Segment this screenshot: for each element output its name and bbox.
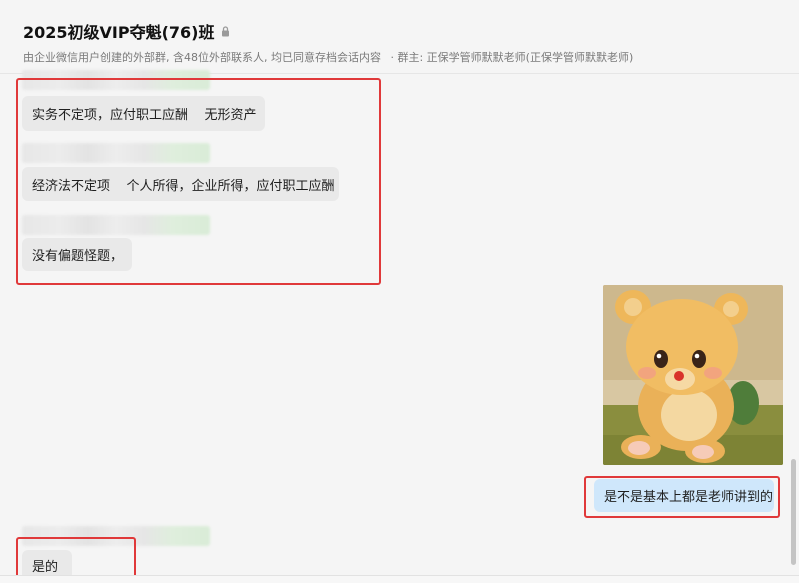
chat-header: 2025初级VIP夺魁(76)班 由企业微信用户创建的外部群, 含48位外部联系… [0,0,799,74]
message-list[interactable]: 实务不定项，应付职工应酬 无形资产 经济法不定项 个人所得，企业所得，应付职工应… [0,70,799,582]
scrollbar[interactable] [791,459,796,565]
message-bubble[interactable]: 没有偏题怪题， [22,238,132,271]
message-bubble[interactable]: 实务不定项，应付职工应酬 无形资产 [22,96,265,131]
sender-name-blurred [22,70,210,90]
group-owner: · 群主: 正保学管师默默老师(正保学管师默默老师) [390,51,634,64]
message-text: 实务不定项，应付职工应酬 无形资产 [32,108,257,123]
sender-name-blurred [22,526,210,546]
lock-icon [221,25,230,37]
group-subtitle: 由企业微信用户创建的外部群, 含48位外部联系人, 均已同意存档会话内容 · 群… [23,49,633,65]
message-text: 是的 [32,559,59,575]
sender-name-blurred [22,215,210,235]
teddy-bear-sticker[interactable] [603,285,783,465]
message-bubble[interactable]: 是不是基本上都是老师讲到的 [594,479,774,512]
sender-name-blurred [22,143,210,163]
message-text: 是不是基本上都是老师讲到的 [604,490,774,505]
group-name[interactable]: 2025初级VIP夺魁(76)班 [23,19,215,43]
message-text: 经济法不定项 个人所得，企业所得，应付职工应酬 [32,178,335,194]
group-title[interactable]: 2025初级VIP夺魁(76)班 [23,19,230,43]
group-description: 由企业微信用户创建的外部群, 含48位外部联系人, 均已同意存档会话内容 [23,51,381,64]
message-text: 没有偏题怪题， [32,249,124,264]
message-bubble[interactable]: 经济法不定项 个人所得，企业所得，应付职工应酬 [22,167,339,201]
